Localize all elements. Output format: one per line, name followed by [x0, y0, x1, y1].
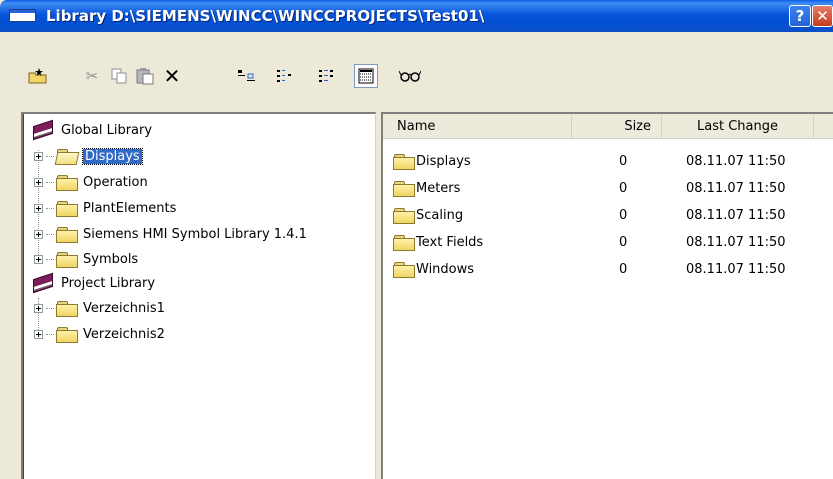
folder-icon [393, 208, 415, 224]
folder-icon [393, 181, 415, 197]
help-button[interactable]: ? [789, 5, 811, 27]
copy-icon[interactable] [110, 66, 128, 86]
tree-node-label: Project Library [61, 275, 156, 291]
close-button[interactable]: ✕ [812, 5, 833, 27]
library-book-icon [31, 275, 55, 291]
tree-connector [46, 155, 54, 157]
library-contents-pane[interactable]: Name Size Last Change Displays 0 08.11.0… [381, 112, 833, 479]
library-tree-pane[interactable]: Global Library Displays Operation PlantE… [21, 112, 376, 479]
list-row[interactable]: Windows 0 08.11.07 11:50 [383, 256, 833, 283]
column-header-name[interactable]: Name [383, 114, 572, 138]
tree-node-label: Symbols [83, 251, 139, 267]
cut-icon[interactable]: ✂ [84, 66, 100, 86]
column-header-last-change[interactable]: Last Change [662, 114, 814, 138]
folder-icon [56, 174, 78, 191]
tree-node-verzeichnis1[interactable]: Verzeichnis1 [34, 298, 165, 318]
row-name: Scaling [416, 208, 464, 223]
tree-node-label: Verzeichnis2 [83, 326, 165, 342]
tree-node-label: PlantElements [83, 200, 177, 216]
expand-icon[interactable] [34, 229, 43, 239]
window-icon [9, 9, 36, 22]
folder-icon [56, 326, 78, 343]
expand-icon[interactable] [34, 177, 43, 187]
row-name: Meters [416, 181, 461, 196]
folder-icon [393, 235, 415, 251]
row-size: 0 [619, 235, 628, 250]
list-row[interactable]: Scaling 0 08.11.07 11:50 [383, 202, 833, 229]
row-last-change: 08.11.07 11:50 [686, 181, 786, 196]
tree-node-label: Displays [82, 147, 143, 165]
list-row[interactable]: Meters 0 08.11.07 11:50 [383, 175, 833, 202]
list-row[interactable]: Text Fields 0 08.11.07 11:50 [383, 229, 833, 256]
tree-node-operation[interactable]: Operation [34, 172, 148, 192]
tree-connector [46, 233, 54, 235]
folder-icon [393, 154, 415, 170]
row-last-change: 08.11.07 11:50 [686, 208, 786, 223]
tree-node-project-library[interactable]: Project Library [31, 273, 155, 293]
library-tree: Global Library Displays Operation PlantE… [23, 114, 375, 479]
row-name: Windows [416, 262, 475, 277]
tree-node-plantelements[interactable]: PlantElements [34, 198, 176, 218]
tree-node-displays[interactable]: Displays [34, 146, 143, 166]
row-last-change: 08.11.07 11:50 [686, 262, 786, 277]
preview-icon[interactable] [398, 66, 422, 86]
small-icons-icon[interactable] [276, 66, 294, 86]
folder-icon [56, 226, 78, 243]
title-bar[interactable]: Library D:\SIEMENS\WINCC\WINCCPROJECTS\T… [0, 0, 833, 32]
tree-connector [46, 181, 54, 183]
list-row[interactable]: Displays 0 08.11.07 11:50 [383, 148, 833, 175]
folder-icon [56, 300, 78, 317]
folder-icon [56, 200, 78, 217]
tree-connector [46, 258, 54, 260]
folder-icon [393, 262, 415, 278]
column-header-size[interactable]: Size [572, 114, 662, 138]
tree-node-siemens-hmi-symbol-library[interactable]: Siemens HMI Symbol Library 1.4.1 [34, 224, 307, 244]
tree-node-label: Verzeichnis1 [83, 300, 165, 316]
tree-node-label: Siemens HMI Symbol Library 1.4.1 [83, 226, 307, 242]
new-folder-icon[interactable] [28, 66, 48, 86]
tree-node-label: Global Library [61, 122, 153, 138]
expand-icon[interactable] [34, 254, 43, 264]
row-size: 0 [619, 208, 628, 223]
row-size: 0 [619, 262, 628, 277]
details-view-icon[interactable] [357, 66, 375, 86]
window-title: Library D:\SIEMENS\WINCC\WINCCPROJECTS\T… [46, 7, 485, 25]
row-last-change: 08.11.07 11:50 [686, 235, 786, 250]
list-header: Name Size Last Change [383, 114, 833, 139]
tree-node-verzeichnis2[interactable]: Verzeichnis2 [34, 324, 165, 344]
tree-connector [46, 333, 54, 335]
tree-connector [46, 307, 54, 309]
expand-icon[interactable] [34, 329, 43, 339]
large-icons-icon[interactable] [237, 66, 259, 86]
row-last-change: 08.11.07 11:50 [686, 154, 786, 169]
expand-icon[interactable] [34, 203, 43, 213]
delete-icon[interactable]: ✕ [163, 64, 181, 88]
tree-node-label: Operation [83, 174, 148, 190]
row-size: 0 [619, 154, 628, 169]
paste-icon[interactable] [136, 66, 154, 86]
list-view-icon[interactable] [318, 66, 336, 86]
expand-icon[interactable] [34, 151, 43, 161]
library-book-icon [31, 122, 55, 138]
row-name: Text Fields [416, 235, 484, 250]
tree-connector [46, 207, 54, 209]
row-name: Displays [416, 154, 471, 169]
expand-icon[interactable] [34, 303, 43, 313]
row-size: 0 [619, 181, 628, 196]
tree-node-global-library[interactable]: Global Library [31, 120, 152, 140]
folder-icon [56, 251, 78, 268]
tree-node-symbols[interactable]: Symbols [34, 249, 138, 269]
folder-open-icon [56, 148, 78, 164]
